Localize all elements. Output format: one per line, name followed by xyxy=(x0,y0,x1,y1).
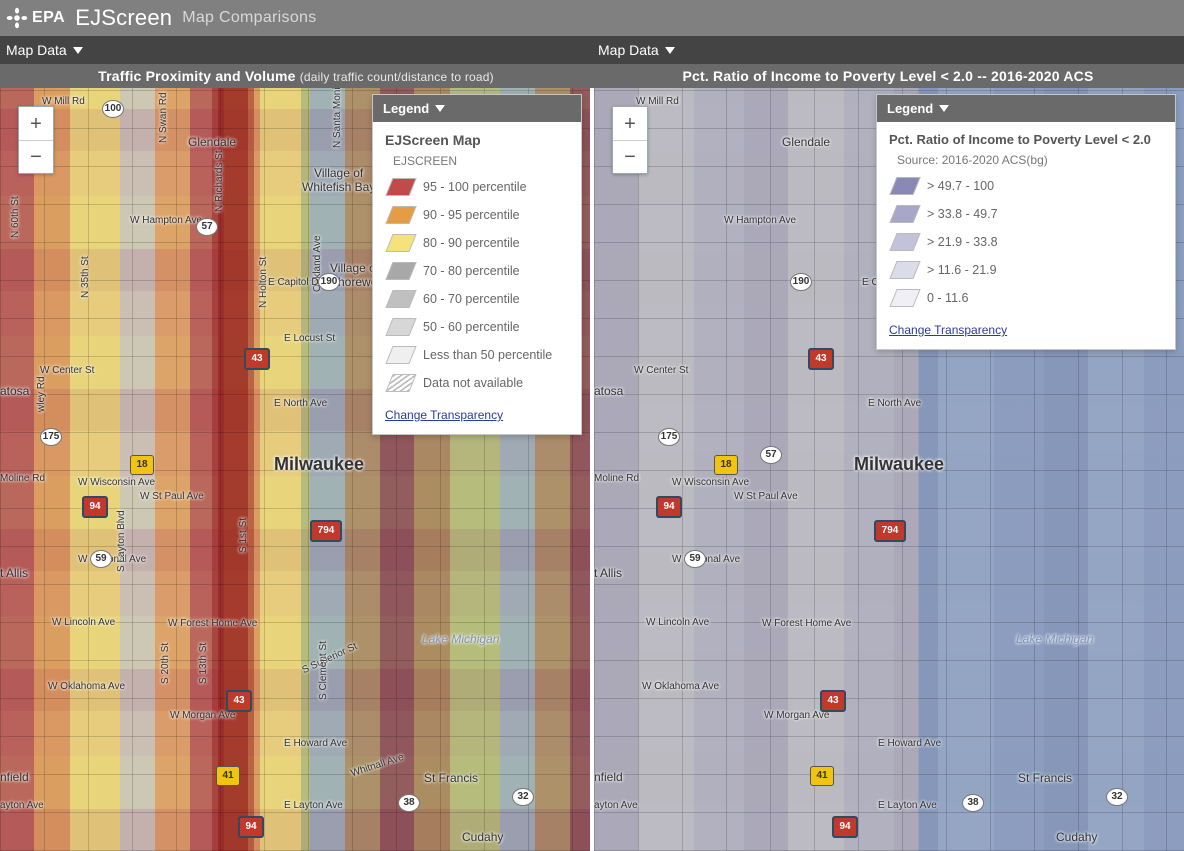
change-transparency-link[interactable]: Change Transparency xyxy=(385,408,503,422)
legend-label: > 49.7 - 100 xyxy=(927,179,994,193)
map-data-dropdown-left[interactable]: Map Data xyxy=(6,42,83,58)
legend-label: 60 - 70 percentile xyxy=(423,292,520,306)
legend-row: 80 - 90 percentile xyxy=(389,234,565,252)
legend-swatch xyxy=(889,177,920,195)
legend-row: Less than 50 percentile xyxy=(389,346,565,364)
epa-text: EPA xyxy=(32,9,65,27)
legend-subtitle: EJSCREEN xyxy=(393,154,569,168)
legend-label: 50 - 60 percentile xyxy=(423,320,520,334)
epa-logo: EPA xyxy=(6,7,65,29)
legend-label: Data not available xyxy=(423,376,523,390)
map-data-dropdown-right[interactable]: Map Data xyxy=(598,42,675,58)
legend-toggle[interactable]: Legend xyxy=(877,95,1175,122)
zoom-in-button[interactable]: + xyxy=(613,107,647,140)
legend-items: 95 - 100 percentile 90 - 95 percentile 80 … xyxy=(385,178,569,392)
legend-swatch xyxy=(385,374,416,392)
legend-row: 95 - 100 percentile xyxy=(389,178,565,196)
legend-label: 70 - 80 percentile xyxy=(423,264,520,278)
zoom-out-button[interactable]: − xyxy=(613,140,647,173)
chevron-down-icon xyxy=(939,105,949,112)
app-name: EJScreen xyxy=(75,5,172,31)
legend-subtitle: Source: 2016-2020 ACS(bg) xyxy=(897,153,1163,167)
legend-swatch xyxy=(889,261,920,279)
chevron-down-icon xyxy=(665,47,675,54)
legend-title: Pct. Ratio of Income to Poverty Level < … xyxy=(889,132,1163,147)
legend-right: Legend Pct. Ratio of Income to Poverty L… xyxy=(876,94,1176,350)
legend-row: 70 - 80 percentile xyxy=(389,262,565,280)
legend-row: Data not available xyxy=(389,374,565,392)
chevron-down-icon xyxy=(73,47,83,54)
legend-row: > 49.7 - 100 xyxy=(893,177,1159,195)
legend-title: EJScreen Map xyxy=(385,132,569,148)
legend-row: 50 - 60 percentile xyxy=(389,318,565,336)
chevron-down-icon xyxy=(435,105,445,112)
legend-label: > 33.8 - 49.7 xyxy=(927,207,998,221)
legend-row: 90 - 95 percentile xyxy=(389,206,565,224)
legend-swatch xyxy=(385,178,416,196)
legend-row: 60 - 70 percentile xyxy=(389,290,565,308)
legend-header-text: Legend xyxy=(383,101,429,116)
map-titles: Traffic Proximity and Volume (daily traf… xyxy=(0,64,1184,88)
epa-flower-icon xyxy=(6,7,28,29)
legend-label: 80 - 90 percentile xyxy=(423,236,520,250)
legend-swatch xyxy=(889,233,920,251)
right-title-main: Pct. Ratio of Income to Poverty Level < … xyxy=(682,68,1093,84)
legend-header-text: Legend xyxy=(887,101,933,116)
legend-label: 90 - 95 percentile xyxy=(423,208,520,222)
map-data-label: Map Data xyxy=(6,42,67,58)
legend-swatch xyxy=(889,289,920,307)
legend-label: Less than 50 percentile xyxy=(423,348,552,362)
legend-items: > 49.7 - 100 > 33.8 - 49.7 > 21.9 - 33.8 > … xyxy=(889,177,1163,307)
zoom-in-button[interactable]: + xyxy=(19,107,53,140)
legend-swatch xyxy=(385,290,416,308)
legend-swatch xyxy=(385,206,416,224)
change-transparency-link[interactable]: Change Transparency xyxy=(889,323,1007,337)
legend-swatch xyxy=(385,262,416,280)
map-data-label: Map Data xyxy=(598,42,659,58)
legend-row: > 11.6 - 21.9 xyxy=(893,261,1159,279)
left-map-title: Traffic Proximity and Volume (daily traf… xyxy=(0,64,592,88)
legend-swatch xyxy=(385,318,416,336)
app-header: EPA EJScreen Map Comparisons xyxy=(0,0,1184,36)
legend-label: 95 - 100 percentile xyxy=(423,180,527,194)
map-data-bar: Map Data Map Data xyxy=(0,36,1184,64)
legend-row: 0 - 11.6 xyxy=(893,289,1159,307)
legend-left: Legend EJScreen Map EJSCREEN 95 - 100 pe… xyxy=(372,94,582,435)
left-map[interactable]: Milwaukee Glendale Village of Whitefish … xyxy=(0,88,590,851)
zoom-control: + − xyxy=(18,106,54,174)
legend-swatch xyxy=(889,205,920,223)
right-map[interactable]: Milwaukee Glendale Whitefish Bay Village… xyxy=(590,88,1184,851)
legend-label: > 11.6 - 21.9 xyxy=(927,263,997,277)
legend-toggle[interactable]: Legend xyxy=(373,95,581,122)
legend-swatch xyxy=(385,234,416,252)
app-section: Map Comparisons xyxy=(182,9,316,27)
legend-label: 0 - 11.6 xyxy=(927,291,968,305)
right-map-title: Pct. Ratio of Income to Poverty Level < … xyxy=(592,64,1184,88)
legend-swatch xyxy=(385,346,416,364)
left-title-main: Traffic Proximity and Volume xyxy=(98,68,296,84)
legend-row: > 33.8 - 49.7 xyxy=(893,205,1159,223)
legend-label: > 21.9 - 33.8 xyxy=(927,235,998,249)
zoom-out-button[interactable]: − xyxy=(19,140,53,173)
zoom-control: + − xyxy=(612,106,648,174)
legend-row: > 21.9 - 33.8 xyxy=(893,233,1159,251)
left-title-sub: (daily traffic count/distance to road) xyxy=(300,70,494,84)
